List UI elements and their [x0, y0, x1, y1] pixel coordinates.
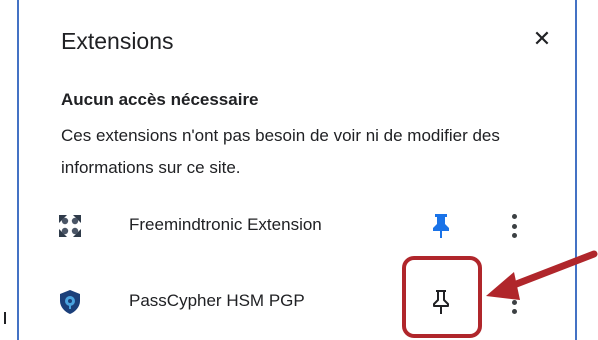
highlight-box [402, 256, 482, 338]
section-heading: Aucun accès nécessaire [61, 90, 259, 109]
close-icon[interactable]: ✕ [533, 26, 551, 52]
passcypher-shield-icon [57, 289, 83, 315]
red-arrow-icon [486, 250, 598, 300]
extension-name: PassCypher HSM PGP [129, 291, 305, 310]
more-dot [511, 214, 517, 219]
edge-mark [4, 312, 6, 324]
panel-title: Extensions [61, 28, 174, 54]
more-dot [511, 233, 517, 238]
close-button[interactable]: ✕ [529, 26, 555, 52]
section-description: Ces extensions n'ont pas besoin de voir … [61, 126, 500, 177]
pin-button[interactable] [427, 212, 455, 240]
more-options-button[interactable] [507, 212, 521, 240]
extension-name: Freemindtronic Extension [129, 215, 322, 234]
pin-filled-icon[interactable] [430, 213, 452, 239]
more-dot [511, 223, 517, 229]
freemindtronic-logo-icon [57, 213, 83, 239]
extension-row-freemindtronic[interactable]: Freemindtronic Extension [19, 201, 575, 251]
